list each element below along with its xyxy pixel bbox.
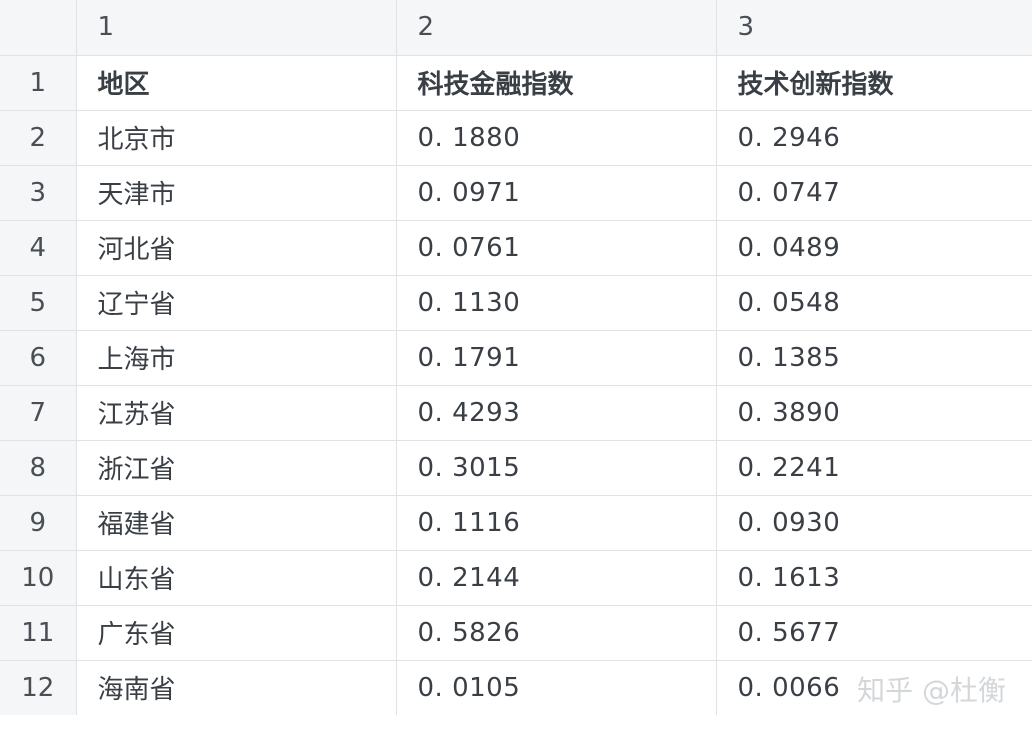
table-cell-region[interactable]: 上海市 (76, 330, 397, 386)
table-row: 1 地区 科技金融指数 技术创新指数 (0, 55, 1032, 111)
table-row: 9 福建省 0. 1116 0. 0930 (0, 495, 1032, 551)
table-row: 6 上海市 0. 1791 0. 1385 (0, 330, 1032, 386)
table-cell-fintech-index[interactable]: 0. 4293 (396, 385, 717, 441)
spreadsheet-table: 1 2 3 1 地区 科技金融指数 技术创新指数 2 北京市 0. 1880 0… (0, 0, 1032, 715)
table-cell-innovation-index[interactable]: 0. 5677 (716, 605, 1032, 661)
table-cell-region[interactable]: 广东省 (76, 605, 397, 661)
table-cell-innovation-index[interactable]: 0. 1613 (716, 550, 1032, 606)
table-cell-innovation-index[interactable]: 0. 0747 (716, 165, 1032, 221)
table-cell-region[interactable]: 辽宁省 (76, 275, 397, 331)
table-cell-fintech-index[interactable]: 0. 1130 (396, 275, 717, 331)
table-cell-fintech-index[interactable]: 0. 1116 (396, 495, 717, 551)
row-number[interactable]: 8 (0, 440, 77, 496)
table-cell-region[interactable]: 天津市 (76, 165, 397, 221)
table-cell-region[interactable]: 福建省 (76, 495, 397, 551)
table-row: 2 北京市 0. 1880 0. 2946 (0, 110, 1032, 166)
row-number[interactable]: 10 (0, 550, 77, 606)
table-cell-fintech-index[interactable]: 0. 1791 (396, 330, 717, 386)
row-number[interactable]: 2 (0, 110, 77, 166)
row-number[interactable]: 3 (0, 165, 77, 221)
table-cell-region[interactable]: 江苏省 (76, 385, 397, 441)
table-row: 7 江苏省 0. 4293 0. 3890 (0, 385, 1032, 441)
table-cell-fintech-index[interactable]: 0. 1880 (396, 110, 717, 166)
table-cell-fintech-index[interactable]: 0. 0105 (396, 660, 717, 715)
watermark: 知乎 @杜衡 (857, 674, 1006, 707)
column-header[interactable]: 1 (76, 0, 397, 56)
row-number[interactable]: 9 (0, 495, 77, 551)
table-cell-fintech-index[interactable]: 0. 0971 (396, 165, 717, 221)
row-number[interactable]: 5 (0, 275, 77, 331)
table-cell-innovation-index[interactable]: 0. 2241 (716, 440, 1032, 496)
table-cell-innovation-index[interactable]: 0. 0930 (716, 495, 1032, 551)
column-header[interactable]: 3 (716, 0, 1032, 56)
column-header-row: 1 2 3 (0, 0, 1032, 56)
corner-cell[interactable] (0, 0, 77, 56)
row-number[interactable]: 6 (0, 330, 77, 386)
table-cell-innovation-index[interactable]: 0. 0489 (716, 220, 1032, 276)
table-cell-fintech-index[interactable]: 0. 2144 (396, 550, 717, 606)
table-cell-innovation-index[interactable]: 0. 0548 (716, 275, 1032, 331)
table-cell-region[interactable]: 海南省 (76, 660, 397, 715)
table-row: 4 河北省 0. 0761 0. 0489 (0, 220, 1032, 276)
table-row: 10 山东省 0. 2144 0. 1613 (0, 550, 1032, 606)
row-number[interactable]: 7 (0, 385, 77, 441)
row-number[interactable]: 11 (0, 605, 77, 661)
table-cell-fintech-index[interactable]: 0. 5826 (396, 605, 717, 661)
table-row: 11 广东省 0. 5826 0. 5677 (0, 605, 1032, 661)
table-cell-region-header[interactable]: 地区 (76, 55, 397, 111)
table-row: 3 天津市 0. 0971 0. 0747 (0, 165, 1032, 221)
table-cell-fintech-header[interactable]: 科技金融指数 (396, 55, 717, 111)
table-cell-innovation-index[interactable]: 0. 1385 (716, 330, 1032, 386)
table-cell-fintech-index[interactable]: 0. 3015 (396, 440, 717, 496)
table-cell-innovation-header[interactable]: 技术创新指数 (716, 55, 1032, 111)
table-row: 8 浙江省 0. 3015 0. 2241 (0, 440, 1032, 496)
row-number[interactable]: 1 (0, 55, 77, 111)
row-number[interactable]: 4 (0, 220, 77, 276)
table-cell-fintech-index[interactable]: 0. 0761 (396, 220, 717, 276)
table-cell-innovation-index[interactable]: 0. 2946 (716, 110, 1032, 166)
column-header[interactable]: 2 (396, 0, 717, 56)
table-row: 5 辽宁省 0. 1130 0. 0548 (0, 275, 1032, 331)
table-cell-region[interactable]: 北京市 (76, 110, 397, 166)
row-number[interactable]: 12 (0, 660, 77, 715)
table-cell-region[interactable]: 河北省 (76, 220, 397, 276)
table-cell-innovation-index[interactable]: 0. 3890 (716, 385, 1032, 441)
table-cell-region[interactable]: 浙江省 (76, 440, 397, 496)
table-cell-region[interactable]: 山东省 (76, 550, 397, 606)
